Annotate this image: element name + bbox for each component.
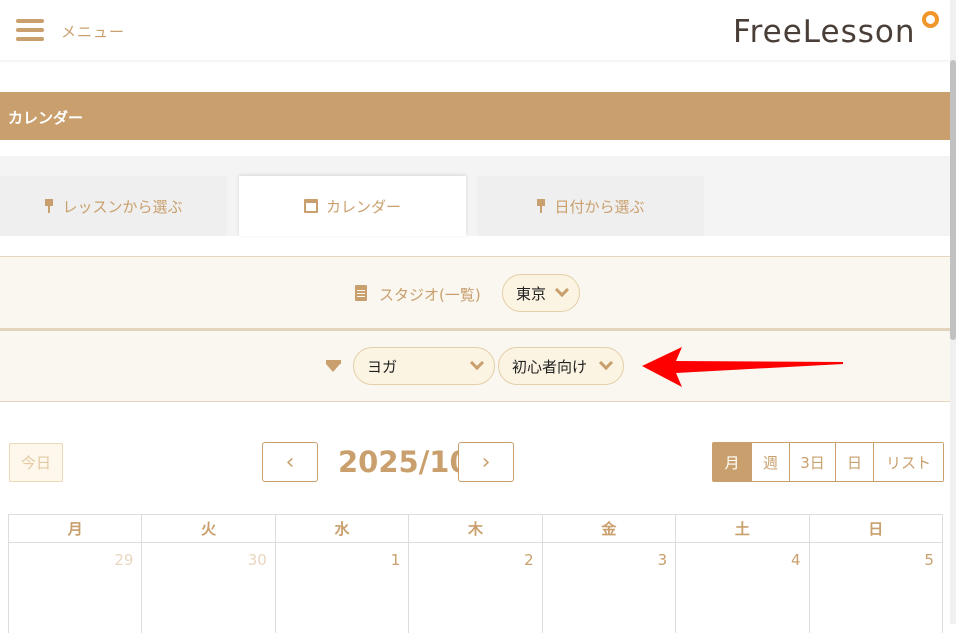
- category-select[interactable]: ヨガ: [353, 347, 495, 385]
- pin-icon: [44, 199, 54, 213]
- day-cell[interactable]: 30: [142, 543, 276, 633]
- day-cell[interactable]: 3: [543, 543, 677, 633]
- next-month-button[interactable]: ›: [458, 442, 514, 482]
- day-cell[interactable]: 2: [409, 543, 543, 633]
- chevron-down-icon: [469, 355, 485, 371]
- weekday-label: 月: [9, 515, 143, 542]
- page-scrollbar[interactable]: [950, 0, 956, 624]
- day-cell[interactable]: 4: [676, 543, 810, 633]
- menu-label[interactable]: メニュー: [61, 21, 125, 42]
- weekday-label: 土: [676, 515, 810, 542]
- building-icon: [355, 285, 367, 301]
- hamburger-menu-icon[interactable]: [16, 19, 44, 41]
- level-select[interactable]: 初心者向け: [498, 347, 624, 385]
- view-month-button[interactable]: 月: [713, 443, 751, 481]
- level-select-value: 初心者向け: [512, 357, 588, 376]
- freelesson-logo[interactable]: FreeLesson: [733, 11, 939, 54]
- studio-label[interactable]: スタジオ(一覧): [379, 284, 481, 305]
- view-list-button[interactable]: リスト: [873, 443, 943, 481]
- calendar-icon: [303, 199, 318, 213]
- diamond-icon: [326, 360, 341, 372]
- view-week-button[interactable]: 週: [751, 443, 789, 481]
- view-3day-button[interactable]: 3日: [789, 443, 835, 481]
- tab-label: レッスンから選ぶ: [62, 197, 183, 216]
- day-cell[interactable]: 5: [810, 543, 943, 633]
- view-switcher: 月 週 3日 日 リスト: [712, 442, 944, 482]
- calendar-week-row: 29 30 1 2 3 4 5: [9, 543, 943, 633]
- calendar-period-title: 2025/10: [338, 445, 470, 479]
- pin-icon: [536, 199, 546, 213]
- tab-label: 日付から選ぶ: [554, 197, 645, 216]
- chevron-down-icon: [554, 282, 570, 298]
- studio-select[interactable]: 東京: [502, 274, 580, 312]
- view-day-button[interactable]: 日: [835, 443, 873, 481]
- annotation-arrow-icon: [642, 347, 843, 387]
- calendar-grid: 月 火 水 木 金 土 日 29 30 1 2 3 4 5: [8, 514, 943, 633]
- tab-calendar[interactable]: カレンダー: [239, 176, 466, 236]
- studio-filter-row: スタジオ(一覧) 東京: [0, 256, 950, 329]
- weekday-label: 水: [276, 515, 410, 542]
- weekday-header: 月 火 水 木 金 土 日: [9, 514, 943, 543]
- tab-label: カレンダー: [325, 197, 401, 216]
- page-title-band: カレンダー: [0, 92, 950, 140]
- weekday-label: 金: [543, 515, 677, 542]
- day-cell[interactable]: 29: [9, 543, 143, 633]
- weekday-label: 火: [142, 515, 276, 542]
- scrollbar-thumb[interactable]: [950, 60, 956, 340]
- category-select-value: ヨガ: [367, 357, 398, 376]
- logo-dot-icon: [922, 11, 939, 28]
- day-cell[interactable]: 1: [276, 543, 410, 633]
- site-header: メニュー FreeLesson: [0, 0, 950, 60]
- weekday-label: 日: [810, 515, 943, 542]
- tab-select-by-date[interactable]: 日付から選ぶ: [477, 176, 704, 236]
- today-button[interactable]: 今日: [9, 443, 63, 482]
- tab-select-by-lesson[interactable]: レッスンから選ぶ: [0, 176, 227, 236]
- weekday-label: 木: [409, 515, 543, 542]
- studio-select-value: 東京: [516, 284, 547, 303]
- logo-text: FreeLesson: [733, 14, 916, 50]
- chevron-down-icon: [598, 355, 614, 371]
- page-title: カレンダー: [8, 109, 84, 127]
- prev-month-button[interactable]: ‹: [262, 442, 318, 482]
